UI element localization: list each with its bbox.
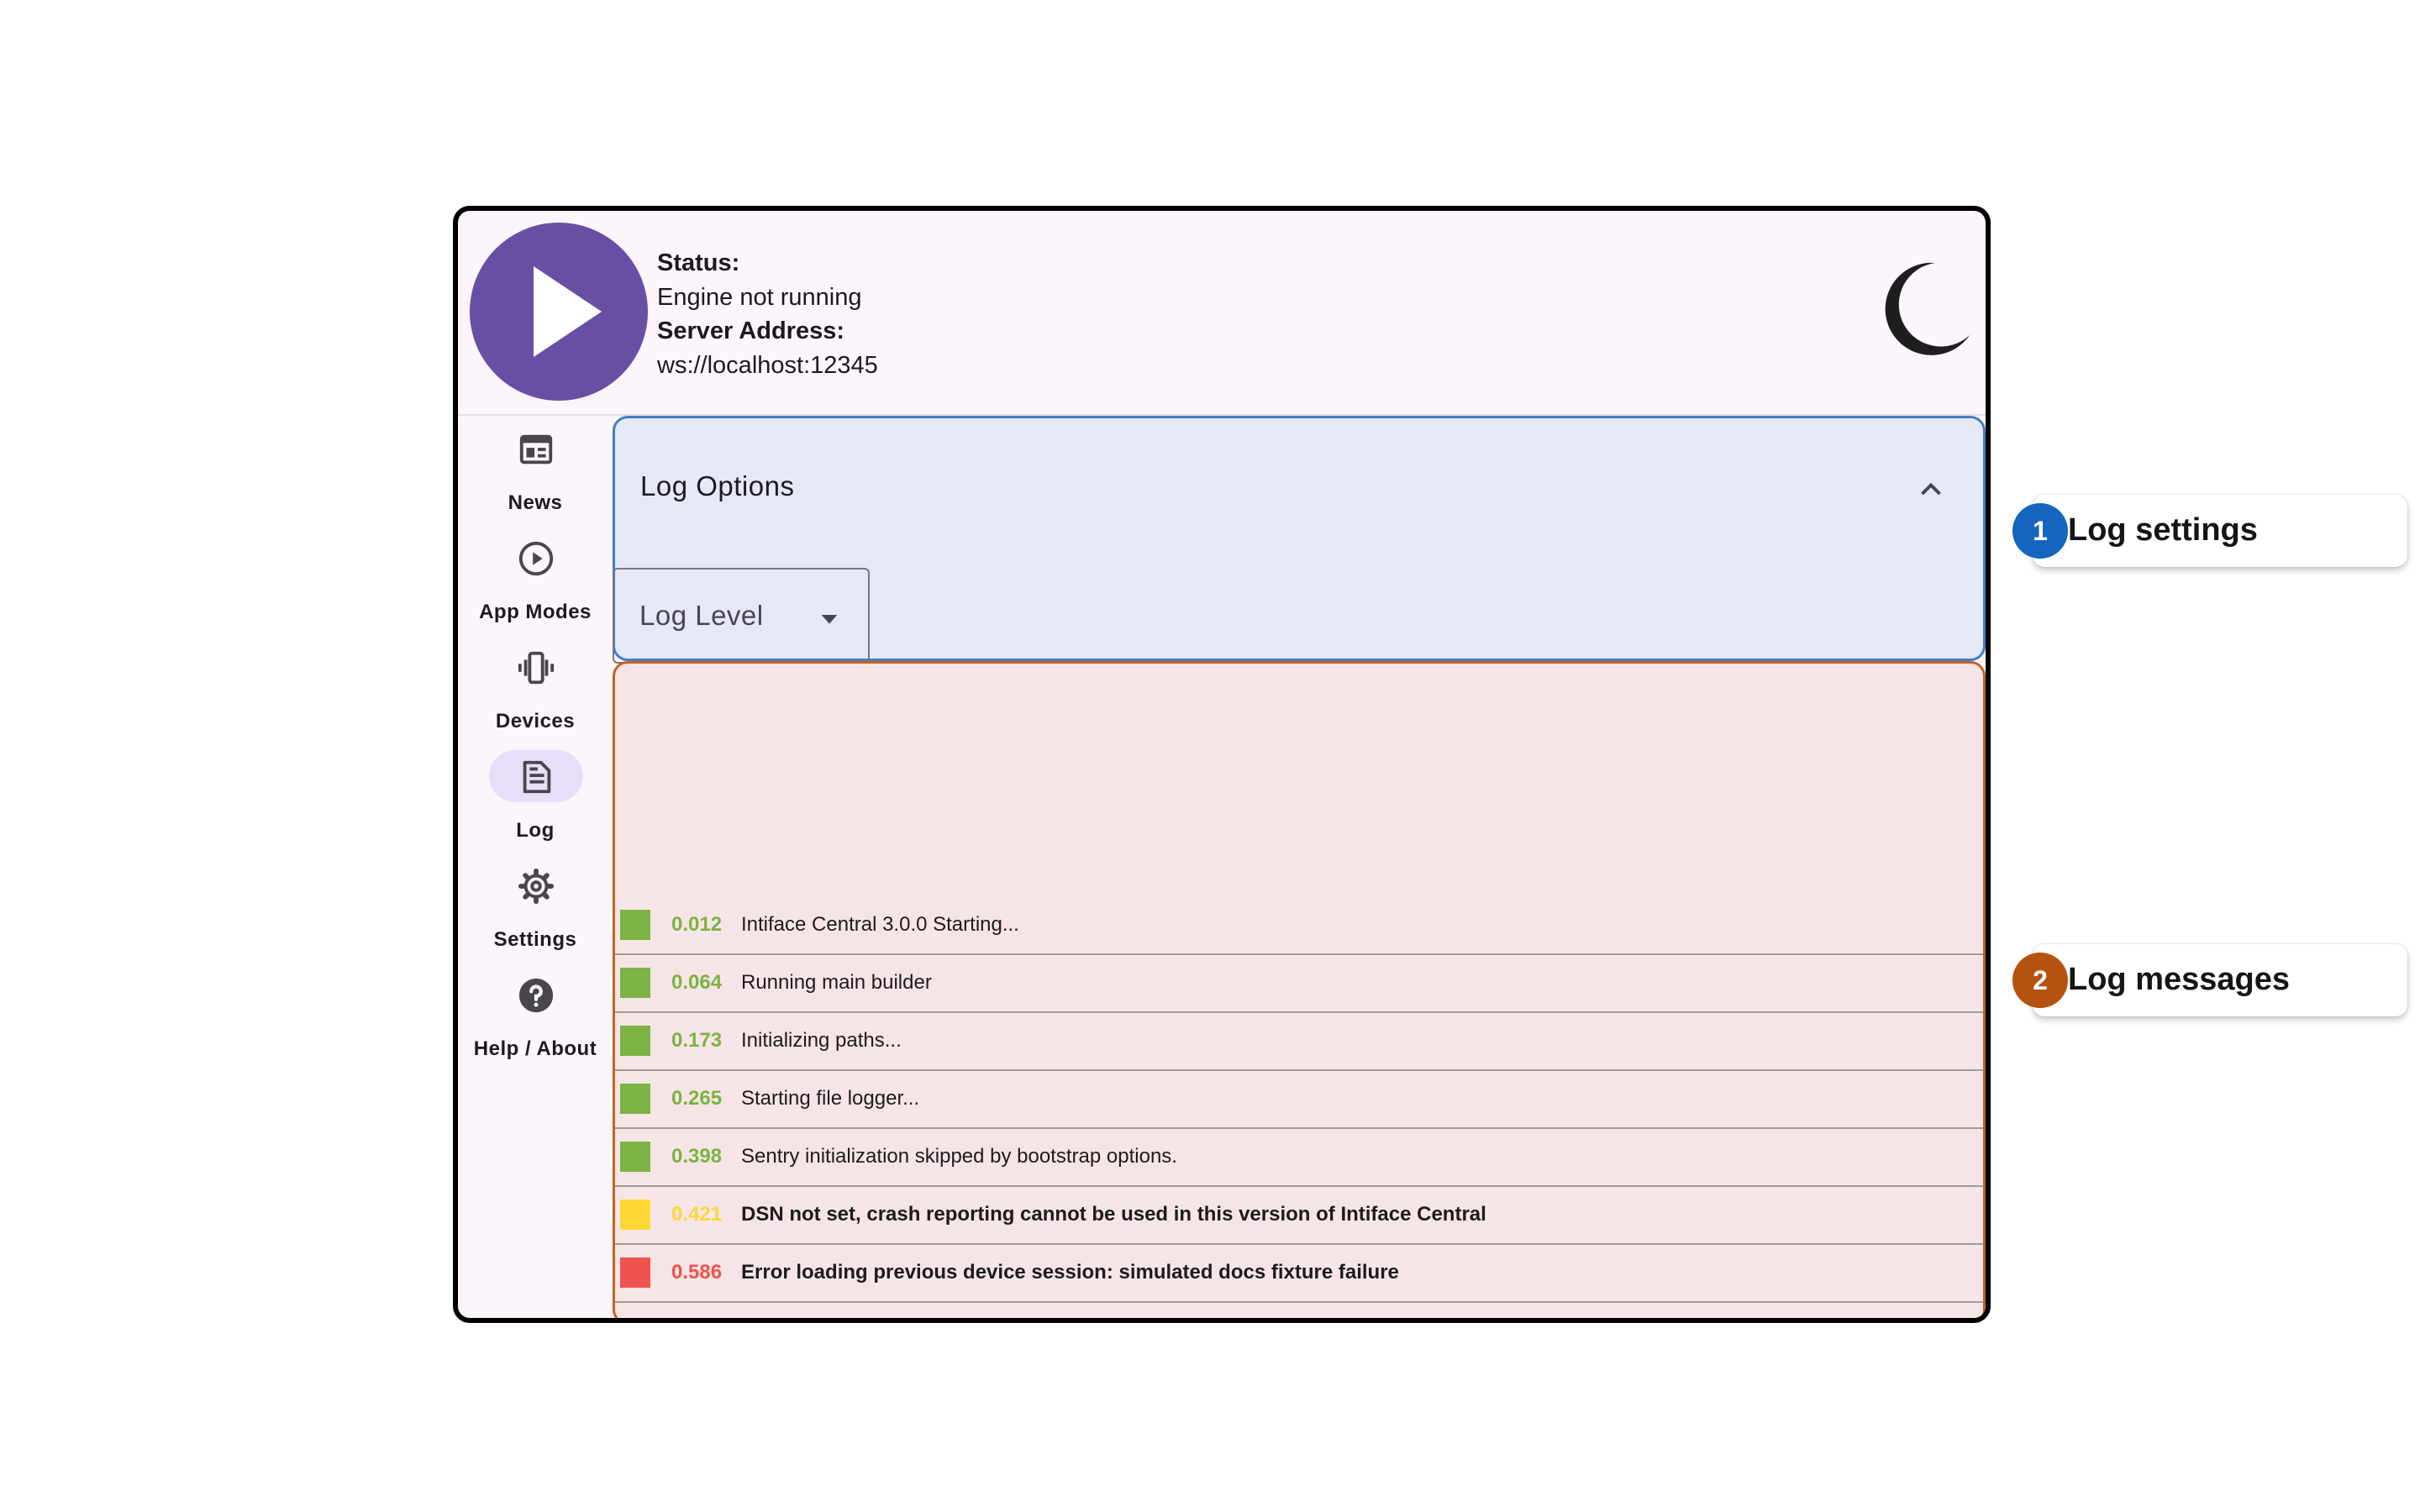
- document-icon: [517, 758, 555, 796]
- log-timestamp: 0.265: [671, 1087, 723, 1110]
- nav-item-label: Settings: [493, 928, 577, 951]
- theme-toggle-button[interactable]: [1873, 260, 1972, 359]
- nav-item-log[interactable]: Log: [458, 745, 613, 846]
- log-level-dropdown[interactable]: Log Level: [613, 568, 870, 664]
- app-window: Status: Engine not running Server Addres…: [453, 206, 1991, 1323]
- log-options-panel: Log Options Log Level: [613, 416, 1986, 664]
- nav-item-devices[interactable]: Devices: [458, 636, 613, 737]
- log-timestamp: 0.586: [671, 1261, 723, 1284]
- nav-item-label: App Modes: [479, 601, 592, 623]
- callout-log-messages: 2 Log messages: [2012, 944, 2407, 1016]
- log-level-indicator: [620, 968, 650, 998]
- help-icon: [517, 976, 555, 1015]
- log-message-text: Intiface Central 3.0.0 Starting...: [741, 913, 1019, 936]
- log-options-title[interactable]: Log Options: [640, 470, 794, 502]
- status-block: Status: Engine not running Server Addres…: [657, 246, 878, 382]
- gear-icon: [517, 867, 555, 906]
- log-timestamp: 0.012: [671, 913, 723, 936]
- log-level-indicator: [620, 1142, 650, 1172]
- callout-log-settings: 1 Log settings: [2012, 495, 2407, 567]
- collapse-chevron-icon[interactable]: [1916, 474, 1946, 504]
- log-level-indicator: [620, 1084, 650, 1114]
- navigation-rail: News App Modes Devices Log Settings Help…: [458, 417, 613, 1318]
- header: Status: Engine not running Server Addres…: [458, 211, 1986, 416]
- nav-item-label: Log: [516, 819, 555, 842]
- moon-icon: [1885, 262, 1970, 355]
- log-timestamp: 0.398: [671, 1145, 723, 1168]
- nav-item-label: News: [508, 491, 563, 514]
- play-circle-icon: [517, 539, 555, 578]
- log-timestamp: 0.064: [671, 971, 723, 994]
- server-address-label: Server Address:: [657, 318, 844, 344]
- vibration-icon: [517, 648, 555, 687]
- log-message-text: Starting file logger...: [741, 1087, 920, 1110]
- log-level-indicator: [620, 1257, 650, 1288]
- log-list: 0.012 Intiface Central 3.0.0 Starting... 0…: [615, 897, 1983, 1303]
- log-message-text: DSN not set, crash reporting cannot be u…: [741, 1203, 1486, 1226]
- callout-number-badge: 1: [2012, 503, 2068, 559]
- nav-item-app-modes[interactable]: App Modes: [458, 527, 613, 627]
- log-timestamp: 0.173: [671, 1029, 723, 1052]
- callout-text: Log settings: [2068, 512, 2258, 548]
- status-value: Engine not running: [657, 283, 862, 311]
- nav-item-settings[interactable]: Settings: [458, 854, 613, 955]
- log-timestamp: 0.421: [671, 1203, 723, 1226]
- status-label: Status:: [657, 249, 740, 276]
- nav-item-news[interactable]: News: [458, 417, 613, 518]
- log-level-label: Log Level: [639, 600, 764, 631]
- nav-item-label: Help / About: [473, 1037, 597, 1060]
- log-level-indicator: [620, 910, 650, 940]
- log-row: 0.173 Initializing paths...: [615, 1013, 1983, 1071]
- log-level-indicator: [620, 1200, 650, 1230]
- news-icon: [517, 430, 555, 469]
- callout-text: Log messages: [2068, 962, 2290, 997]
- start-engine-button[interactable]: [470, 223, 648, 401]
- log-row: 0.064 Running main builder: [615, 955, 1983, 1013]
- log-message-text: Error loading previous device session: s…: [741, 1261, 1399, 1284]
- log-messages-panel[interactable]: 0.012 Intiface Central 3.0.0 Starting... 0…: [613, 661, 1986, 1318]
- log-row: 0.012 Intiface Central 3.0.0 Starting...: [615, 897, 1983, 955]
- log-row: 0.265 Starting file logger...: [615, 1071, 1983, 1129]
- server-address-value: ws://localhost:12345: [657, 351, 878, 379]
- log-message-text: Sentry initialization skipped by bootstr…: [741, 1145, 1177, 1168]
- log-message-text: Initializing paths...: [741, 1029, 902, 1052]
- log-level-indicator: [620, 1026, 650, 1056]
- callout-number-badge: 2: [2012, 953, 2068, 1008]
- log-row: 0.586 Error loading previous device sessi…: [615, 1245, 1983, 1303]
- nav-item-label: Devices: [495, 710, 576, 732]
- log-message-text: Running main builder: [741, 971, 932, 994]
- log-row: 0.421 DSN not set, crash reporting cannot…: [615, 1187, 1983, 1245]
- dropdown-arrow-icon: [816, 605, 843, 632]
- nav-item-help-about[interactable]: Help / About: [458, 963, 613, 1064]
- play-icon: [534, 266, 602, 357]
- log-row: 0.398 Sentry initialization skipped by bo…: [615, 1129, 1983, 1187]
